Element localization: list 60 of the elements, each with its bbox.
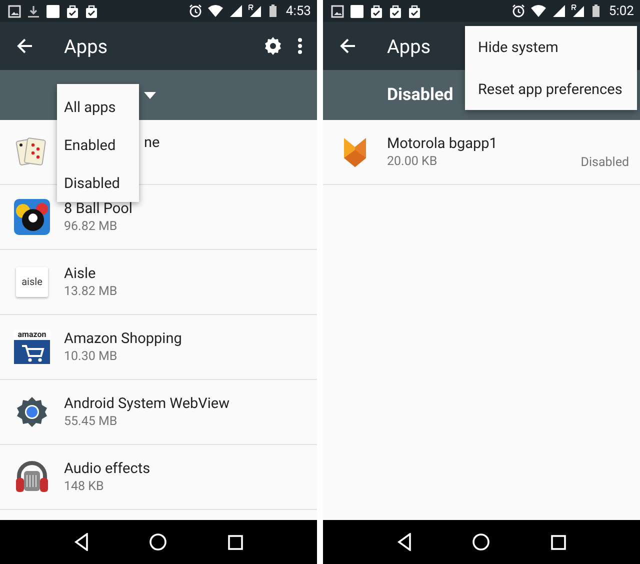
status-time: 5:02 bbox=[608, 4, 634, 18]
app-name: Motorola bgapp1 bbox=[387, 134, 498, 152]
battery-icon bbox=[268, 4, 278, 18]
settings-icon[interactable] bbox=[263, 36, 283, 56]
blank-square-icon bbox=[350, 4, 364, 18]
app-size: 10.30 MB bbox=[64, 348, 118, 364]
app-size: 13.82 MB bbox=[64, 282, 118, 300]
app-name: Android System WebView bbox=[64, 394, 231, 412]
back-button[interactable] bbox=[340, 38, 356, 54]
status-time: 4:53 bbox=[286, 4, 311, 18]
app-size: 55.45 MB bbox=[64, 412, 118, 430]
recents-button[interactable] bbox=[550, 534, 566, 550]
clipboard-check-icon bbox=[66, 4, 79, 18]
app-name: ne bbox=[144, 134, 161, 152]
clipboard-check-icon bbox=[85, 4, 98, 18]
dropdown-option[interactable]: Enabled bbox=[57, 126, 139, 164]
app-status: Disabled bbox=[580, 155, 629, 170]
roaming-signal-icon bbox=[570, 4, 585, 18]
app-size: 96.82 MB bbox=[64, 218, 118, 234]
app-name: Audio effects bbox=[64, 460, 152, 478]
back-button[interactable] bbox=[17, 38, 33, 54]
clipboard-check-icon bbox=[408, 4, 421, 18]
wifi-icon bbox=[208, 4, 223, 18]
clipboard-check-icon bbox=[389, 4, 402, 18]
download-icon bbox=[27, 4, 40, 18]
gear-icon bbox=[15, 395, 49, 429]
image-icon bbox=[8, 4, 21, 18]
alarm-icon bbox=[512, 4, 525, 18]
shield-icon bbox=[343, 136, 367, 168]
dropdown-arrow-icon[interactable] bbox=[144, 92, 156, 98]
screen-title: Apps bbox=[387, 34, 431, 58]
more-options-icon[interactable] bbox=[297, 37, 303, 55]
app-name: Amazon Shopping bbox=[64, 330, 183, 348]
app-size: 148 KB bbox=[64, 478, 105, 494]
image-icon bbox=[331, 4, 344, 18]
app-size: 20.00 KB bbox=[387, 152, 438, 170]
back-nav-button[interactable] bbox=[74, 533, 90, 551]
app-name: Aisle bbox=[64, 264, 97, 282]
headphones-icon bbox=[14, 459, 50, 495]
shopping-cart-icon: amazon bbox=[14, 330, 50, 364]
screen-title: Apps bbox=[64, 34, 108, 58]
dropdown-option[interactable]: Disabled bbox=[57, 164, 139, 202]
filter-label[interactable]: Disabled bbox=[387, 85, 454, 105]
signal-icon bbox=[552, 4, 565, 18]
home-button[interactable] bbox=[149, 533, 168, 551]
back-nav-button[interactable] bbox=[397, 533, 412, 551]
signal-icon bbox=[228, 4, 242, 18]
alarm-icon bbox=[188, 4, 202, 18]
roaming-signal-icon bbox=[248, 4, 262, 18]
dropdown-option[interactable]: All apps bbox=[57, 88, 139, 126]
blank-square-icon bbox=[46, 4, 60, 18]
recents-button[interactable] bbox=[228, 534, 243, 550]
wifi-icon bbox=[530, 4, 546, 18]
menu-item[interactable]: Reset app preferences bbox=[465, 68, 637, 110]
app-name: 8 Ball Pool bbox=[64, 200, 134, 218]
home-button[interactable] bbox=[472, 533, 490, 551]
menu-item[interactable]: Hide system bbox=[465, 26, 637, 68]
clipboard-check-icon bbox=[370, 4, 383, 18]
aisle-logo-icon: aisle bbox=[16, 267, 48, 297]
battery-icon bbox=[590, 4, 601, 18]
